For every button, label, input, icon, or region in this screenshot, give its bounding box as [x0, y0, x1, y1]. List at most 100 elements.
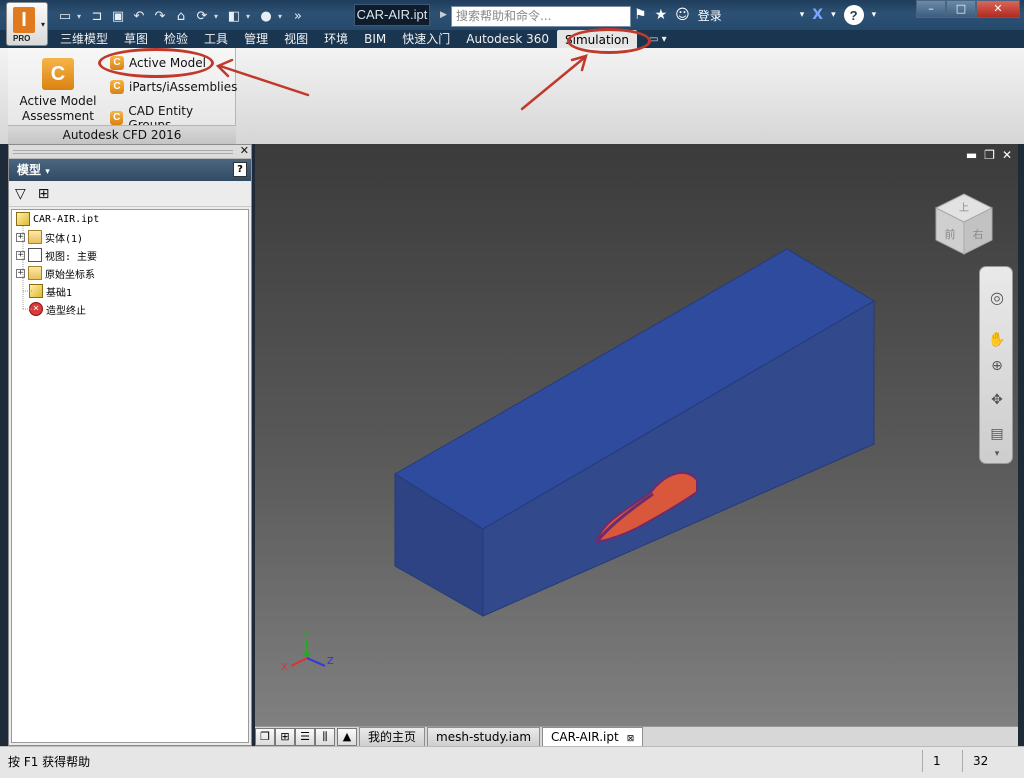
tab-environments[interactable]: 环境 — [316, 30, 356, 48]
title-bar: ▭ ▾ ⊐ ▣ ↶ ↷ ⌂ ⟳ ▾ ◧ ▾ ● ▾ » CAR-AIR.ipt ▶ 搜索… — [0, 0, 1024, 30]
more-icon[interactable]: » — [289, 7, 307, 25]
tile-windows-icon[interactable]: ⊞ — [275, 728, 295, 746]
close-button[interactable]: ✕ — [976, 0, 1020, 18]
tab-3d-model[interactable]: 三维模型 — [52, 30, 116, 48]
redo-icon[interactable]: ↷ — [151, 7, 169, 25]
zoom-icon[interactable]: ⊕ — [988, 357, 1006, 375]
pan-hand-icon[interactable]: ✋ — [988, 331, 1006, 349]
new-file-icon[interactable]: ▭ — [56, 7, 74, 25]
tree-item-end-of-part[interactable]: × 造型终止 — [29, 300, 86, 318]
tab-manage[interactable]: 管理 — [236, 30, 276, 48]
doc-tab-label: CAR-AIR.ipt — [551, 730, 619, 744]
browser-grip[interactable] — [13, 150, 233, 154]
appearance-icon[interactable]: ◧ — [225, 7, 243, 25]
tree-item-extrusion[interactable]: 基础1 — [29, 282, 72, 300]
browser-title-dropdown-icon[interactable]: ▾ — [45, 167, 50, 177]
tab-sketch[interactable]: 草图 — [116, 30, 156, 48]
maximize-button[interactable]: □ — [946, 0, 976, 18]
material-icon[interactable]: ● — [257, 7, 275, 25]
open-documents-menu-icon[interactable]: ▲ — [337, 728, 357, 746]
browser-header[interactable]: 模型 ▾ ? — [9, 159, 251, 181]
browser-close-icon[interactable]: ✕ — [240, 144, 249, 157]
triad-z-label: Z — [327, 656, 334, 667]
tree-item-solid-bodies[interactable]: + 实体(1) — [16, 228, 83, 246]
viewport-restore-icon[interactable]: ❐ — [984, 148, 995, 162]
minimize-button[interactable]: – — [916, 0, 946, 18]
expand-icon[interactable]: + — [16, 268, 25, 278]
exchange-apps-icon[interactable]: X — [812, 7, 823, 23]
undo-icon[interactable]: ↶ — [130, 7, 148, 25]
doc-tab-label: 我的主页 — [368, 730, 417, 744]
doc-tab-close-icon[interactable]: ⊠ — [627, 734, 635, 744]
tab-autodesk-360[interactable]: Autodesk 360 — [458, 30, 557, 48]
look-at-icon[interactable]: ▤ — [988, 425, 1006, 443]
filter-icon[interactable]: ▽ — [15, 186, 26, 202]
doc-tab-mesh-study[interactable]: mesh-study.iam — [427, 727, 541, 746]
login-dropdown-icon[interactable]: ▾ — [800, 10, 805, 20]
application-menu-button[interactable]: I PRO ▾ — [6, 2, 48, 46]
orbit-icon[interactable]: ✥ — [988, 391, 1006, 409]
window-title: CAR-AIR.ipt — [354, 4, 430, 26]
tab-bim[interactable]: BIM — [356, 30, 394, 48]
tree-item-label: 原始坐标系 — [45, 269, 95, 281]
quick-access-toolbar: ▭ ▾ ⊐ ▣ ↶ ↷ ⌂ ⟳ ▾ ◧ ▾ ● ▾ » — [56, 7, 307, 25]
help-dropdown-icon[interactable]: ▾ — [872, 10, 877, 20]
tab-get-started[interactable]: 快速入门 — [394, 30, 458, 48]
search-expand-icon[interactable]: ▶ — [440, 10, 447, 20]
steering-wheel-icon[interactable]: ◎ — [988, 289, 1006, 307]
viewcube-right-label: 右 — [973, 227, 984, 241]
viewport-minimize-icon[interactable]: ▬ — [966, 148, 977, 162]
tile-vertical-icon[interactable]: ⫼ — [315, 728, 335, 746]
tab-tools[interactable]: 工具 — [196, 30, 236, 48]
search-input[interactable]: 搜索帮助和命令... — [451, 6, 631, 27]
part-icon — [16, 212, 30, 226]
tab-simulation[interactable]: Simulation — [557, 30, 637, 50]
favorites-star-icon[interactable]: ★ — [655, 7, 668, 23]
tab-view[interactable]: 视图 — [276, 30, 316, 48]
viewport-close-icon[interactable]: ✕ — [1002, 148, 1012, 162]
cascade-windows-icon[interactable]: ❐ — [255, 728, 275, 746]
iparts-iassemblies-button[interactable]: C iParts/iAssemblies — [110, 80, 237, 94]
browser-drag-bar[interactable]: ✕ — [9, 144, 251, 159]
tree-root[interactable]: CAR-AIR.ipt — [16, 210, 99, 228]
browser-help-icon[interactable]: ? — [233, 162, 247, 177]
cfd-icon: C — [110, 80, 124, 94]
appearance-dropdown[interactable]: ▾ — [246, 12, 254, 21]
tile-horizontal-icon[interactable]: ☰ — [295, 728, 315, 746]
browser-title[interactable]: 模型 — [17, 163, 41, 177]
doc-tab-car-air[interactable]: CAR-AIR.ipt ⊠ — [542, 727, 644, 746]
expand-icon[interactable]: + — [16, 250, 25, 260]
tab-inspect[interactable]: 检验 — [156, 30, 196, 48]
help-button[interactable]: ? — [843, 5, 864, 25]
find-binoculars-icon[interactable]: ⊞ — [38, 186, 50, 202]
tree-item-label: 造型终止 — [46, 305, 86, 317]
open-folder-icon[interactable]: ⊐ — [88, 7, 106, 25]
new-file-dropdown[interactable]: ▾ — [77, 12, 85, 21]
solid-bodies-icon — [28, 230, 42, 244]
subscription-icon[interactable]: ⚑ — [634, 7, 647, 23]
material-dropdown[interactable]: ▾ — [278, 12, 286, 21]
exchange-dropdown-icon[interactable]: ▾ — [831, 10, 836, 20]
ribbon: C Active Model Assessment Tool C Active … — [0, 48, 1024, 144]
save-icon[interactable]: ▣ — [109, 7, 127, 25]
home-icon[interactable]: ⌂ — [172, 7, 190, 25]
tree-item-origin[interactable]: + 原始坐标系 — [16, 264, 95, 282]
expand-icon[interactable]: + — [16, 232, 25, 242]
update-dropdown[interactable]: ▾ — [214, 12, 222, 21]
inventor-logo-icon: I — [13, 7, 35, 33]
active-model-button[interactable]: C Active Model — [110, 56, 206, 70]
graphics-viewport[interactable]: 上 前 右 X Y Z ▬ ❐ ✕ ◎ ✋ ⊕ ✥ ▤ ▾ — [255, 144, 1018, 726]
tree-item-view[interactable]: + 视图: 主要 — [16, 246, 97, 264]
viewcube-top-label: 上 — [959, 202, 969, 214]
navbar-options-icon[interactable]: ▾ — [988, 445, 1006, 463]
viewcube[interactable]: 上 前 右 — [934, 193, 994, 255]
model-scene[interactable]: 上 前 右 X Y Z — [255, 144, 1018, 726]
login-label[interactable]: 登录 — [698, 7, 722, 24]
user-icon[interactable]: ☺ — [675, 7, 690, 23]
doc-tab-home[interactable]: 我的主页 — [359, 727, 426, 746]
browser-toolbar: ▽ ⊞ — [9, 181, 251, 207]
view-icon — [28, 248, 42, 262]
viewport-window-controls: ▬ ❐ ✕ — [966, 148, 1012, 162]
update-icon[interactable]: ⟳ — [193, 7, 211, 25]
ribbon-display-options-icon[interactable]: ▭ ▾ — [649, 34, 667, 45]
